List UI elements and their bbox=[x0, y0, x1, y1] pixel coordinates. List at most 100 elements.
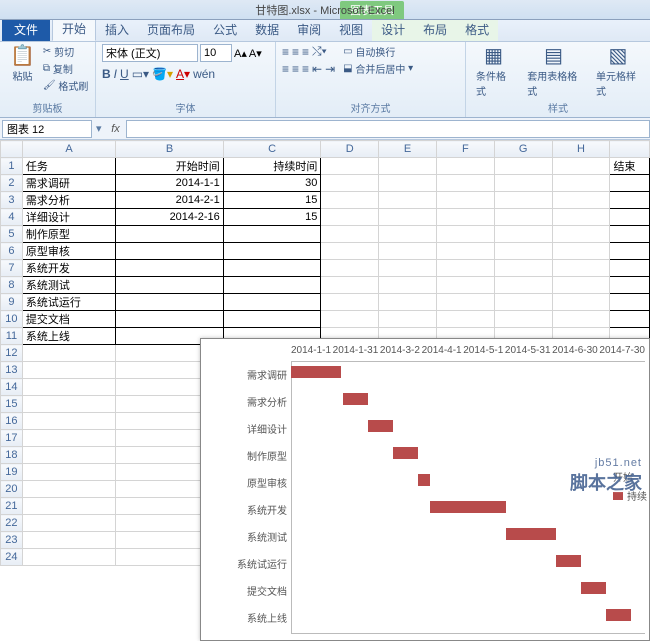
cell[interactable] bbox=[116, 294, 223, 311]
row-header[interactable]: 3 bbox=[1, 192, 23, 209]
tab-insert[interactable]: 插入 bbox=[96, 18, 138, 41]
cell[interactable] bbox=[22, 464, 115, 481]
cell[interactable] bbox=[22, 345, 115, 362]
align-top-icon[interactable]: ≡ bbox=[282, 45, 289, 59]
grid-row[interactable]: 6原型审核 bbox=[1, 243, 650, 260]
cell[interactable] bbox=[22, 549, 115, 566]
grid-row[interactable]: 5制作原型 bbox=[1, 226, 650, 243]
row-header[interactable]: 13 bbox=[1, 362, 23, 379]
cell[interactable]: 系统试运行 bbox=[22, 294, 115, 311]
cell[interactable] bbox=[436, 192, 494, 209]
cell[interactable]: 15 bbox=[223, 192, 321, 209]
cell[interactable] bbox=[22, 447, 115, 464]
cell[interactable] bbox=[610, 243, 650, 260]
cell[interactable] bbox=[223, 260, 321, 277]
grid-row[interactable]: 7系统开发 bbox=[1, 260, 650, 277]
tab-file[interactable]: 文件 bbox=[2, 18, 50, 41]
cell[interactable] bbox=[379, 243, 437, 260]
tab-chart-layout[interactable]: 布局 bbox=[414, 18, 456, 41]
row-header[interactable]: 16 bbox=[1, 413, 23, 430]
col-header[interactable]: B bbox=[116, 141, 223, 158]
align-bottom-icon[interactable]: ≡ bbox=[302, 45, 309, 59]
row-header[interactable]: 6 bbox=[1, 243, 23, 260]
cell[interactable] bbox=[436, 311, 494, 328]
merge-center-button[interactable]: ⬓ 合并后居中 ▾ bbox=[343, 61, 413, 76]
align-middle-icon[interactable]: ≡ bbox=[292, 45, 299, 59]
row-header[interactable]: 17 bbox=[1, 430, 23, 447]
cell[interactable] bbox=[494, 311, 552, 328]
align-right-icon[interactable]: ≡ bbox=[302, 62, 309, 76]
cell[interactable] bbox=[321, 260, 379, 277]
cell[interactable] bbox=[379, 175, 437, 192]
cut-button[interactable]: ✂ 剪切 bbox=[43, 44, 88, 59]
row-header[interactable]: 12 bbox=[1, 345, 23, 362]
cell[interactable] bbox=[321, 277, 379, 294]
border-button[interactable]: ▭▾ bbox=[132, 67, 149, 81]
underline-button[interactable]: U bbox=[120, 67, 129, 81]
fill-color-button[interactable]: 🪣▾ bbox=[152, 67, 173, 81]
row-header[interactable]: 22 bbox=[1, 515, 23, 532]
cell[interactable] bbox=[116, 226, 223, 243]
grid-row[interactable]: 3需求分析2014-2-115 bbox=[1, 192, 650, 209]
cell[interactable] bbox=[552, 158, 610, 175]
col-header[interactable]: G bbox=[494, 141, 552, 158]
cell[interactable]: 2014-1-1 bbox=[116, 175, 223, 192]
cell[interactable] bbox=[321, 311, 379, 328]
cell[interactable] bbox=[552, 209, 610, 226]
bold-button[interactable]: B bbox=[102, 67, 111, 81]
cell[interactable]: 制作原型 bbox=[22, 226, 115, 243]
worksheet-grid[interactable]: A B C D E F G H 1任务开始时间持续时间结束2需求调研2014-1… bbox=[0, 140, 650, 566]
cell[interactable]: 2014-2-1 bbox=[116, 192, 223, 209]
cell[interactable]: 需求调研 bbox=[22, 175, 115, 192]
fx-icon[interactable]: fx bbox=[106, 123, 126, 135]
row-header[interactable]: 7 bbox=[1, 260, 23, 277]
row-header[interactable]: 8 bbox=[1, 277, 23, 294]
cell[interactable]: 15 bbox=[223, 209, 321, 226]
cell[interactable] bbox=[436, 226, 494, 243]
namebox-dropdown-icon[interactable]: ▾ bbox=[92, 122, 106, 135]
cell[interactable] bbox=[379, 226, 437, 243]
col-header[interactable]: H bbox=[552, 141, 610, 158]
grid-row[interactable]: 10提交文档 bbox=[1, 311, 650, 328]
cell[interactable] bbox=[610, 260, 650, 277]
increase-font-icon[interactable]: A▴ bbox=[234, 47, 247, 60]
name-box[interactable]: 图表 12 bbox=[2, 120, 92, 138]
cell[interactable]: 结束 bbox=[610, 158, 650, 175]
select-all-corner[interactable] bbox=[1, 141, 23, 158]
cell[interactable] bbox=[552, 294, 610, 311]
cell[interactable] bbox=[379, 158, 437, 175]
cell[interactable] bbox=[22, 481, 115, 498]
cell[interactable] bbox=[223, 277, 321, 294]
embedded-chart[interactable]: 2014-1-12014-1-312014-3-22014-4-12014-5-… bbox=[200, 338, 650, 641]
cell[interactable] bbox=[379, 192, 437, 209]
cell[interactable] bbox=[552, 311, 610, 328]
row-header[interactable]: 2 bbox=[1, 175, 23, 192]
cell[interactable] bbox=[379, 277, 437, 294]
cell[interactable] bbox=[610, 192, 650, 209]
cell[interactable]: 提交文档 bbox=[22, 311, 115, 328]
cell[interactable] bbox=[223, 311, 321, 328]
cell[interactable] bbox=[610, 294, 650, 311]
cell[interactable] bbox=[116, 311, 223, 328]
cell[interactable] bbox=[552, 260, 610, 277]
decrease-indent-icon[interactable]: ⇤ bbox=[312, 62, 322, 76]
font-size-combo[interactable]: 10 bbox=[200, 44, 232, 62]
cell[interactable] bbox=[494, 226, 552, 243]
row-header[interactable]: 20 bbox=[1, 481, 23, 498]
cell[interactable] bbox=[552, 226, 610, 243]
grid-row[interactable]: 1任务开始时间持续时间结束 bbox=[1, 158, 650, 175]
wrap-text-button[interactable]: ▭ 自动换行 bbox=[343, 44, 413, 59]
cell[interactable] bbox=[321, 243, 379, 260]
cell[interactable] bbox=[22, 532, 115, 549]
cell[interactable] bbox=[436, 158, 494, 175]
cell[interactable]: 开始时间 bbox=[116, 158, 223, 175]
column-headers[interactable]: A B C D E F G H bbox=[1, 141, 650, 158]
cell[interactable] bbox=[321, 175, 379, 192]
cell[interactable] bbox=[552, 175, 610, 192]
cell[interactable] bbox=[494, 192, 552, 209]
align-center-icon[interactable]: ≡ bbox=[292, 62, 299, 76]
grid-row[interactable]: 2需求调研2014-1-130 bbox=[1, 175, 650, 192]
cell[interactable] bbox=[610, 311, 650, 328]
copy-button[interactable]: ⧉ 复制 bbox=[43, 61, 88, 76]
tab-page-layout[interactable]: 页面布局 bbox=[138, 18, 204, 41]
